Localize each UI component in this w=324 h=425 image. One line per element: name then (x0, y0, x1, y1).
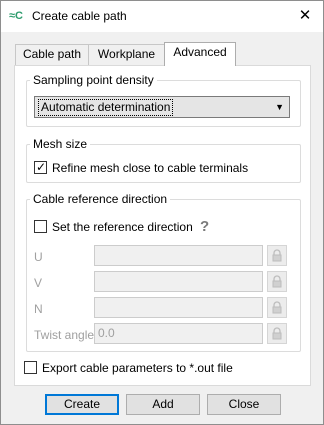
v-input[interactable] (94, 271, 263, 292)
tab-workplane[interactable]: Workplane (88, 44, 165, 65)
set-reference-checkbox[interactable] (34, 220, 47, 233)
window-title: Create cable path (32, 9, 127, 23)
cable-reference-legend: Cable reference direction (33, 192, 168, 206)
lock-icon (272, 275, 282, 288)
export-parameters-label: Export cable parameters to *.out file (42, 361, 233, 375)
app-logo-icon: ≈C (9, 10, 23, 22)
close-button[interactable]: Close (207, 394, 281, 415)
tab-label: Workplane (97, 47, 156, 61)
v-lock-button[interactable] (267, 271, 287, 292)
help-icon[interactable]: ? (200, 218, 209, 235)
mesh-size-group: Mesh size (26, 137, 301, 183)
title-bar: ≈C Create cable path ✕ (1, 1, 323, 32)
refine-mesh-label: Refine mesh close to cable terminals (52, 161, 249, 175)
add-button-label: Add (152, 397, 174, 411)
tab-advanced[interactable]: Advanced (164, 42, 236, 66)
sampling-density-value: Automatic determination (38, 99, 174, 116)
tab-label: Advanced (173, 45, 227, 59)
lock-icon (272, 301, 282, 314)
sampling-density-select[interactable]: Automatic determination ▼ (34, 96, 290, 118)
create-button-label: Create (63, 397, 101, 411)
u-lock-button[interactable] (267, 245, 287, 266)
refine-mesh-checkbox[interactable]: ✓ (34, 160, 47, 174)
close-window-button[interactable]: ✕ (293, 5, 317, 27)
set-reference-label: Set the reference direction (52, 220, 193, 234)
n-label: N (34, 302, 43, 316)
export-parameters-checkbox[interactable] (24, 361, 37, 374)
checkmark-icon: ✓ (36, 160, 47, 174)
lock-icon (272, 249, 282, 262)
tab-label: Cable path (22, 47, 82, 61)
tab-cable-path[interactable]: Cable path (15, 44, 89, 65)
n-lock-button[interactable] (267, 297, 287, 318)
mesh-size-legend: Mesh size (33, 137, 88, 151)
dialog-window: ≈C Create cable path ✕ Cable path Workpl… (0, 0, 324, 425)
u-label: U (34, 250, 43, 264)
twist-angle-label: Twist angle (34, 328, 95, 342)
add-button[interactable]: Add (126, 394, 200, 415)
twist-angle-input[interactable]: 0.0 (94, 323, 263, 344)
v-label: V (34, 276, 43, 290)
sampling-density-legend: Sampling point density (33, 73, 154, 87)
dropdown-arrow-icon: ▼ (275, 102, 284, 112)
create-button[interactable]: Create (45, 394, 119, 415)
lock-icon (272, 327, 282, 340)
close-button-label: Close (228, 397, 260, 411)
u-input[interactable] (94, 245, 263, 266)
twist-angle-lock-button[interactable] (267, 323, 287, 344)
n-input[interactable] (94, 297, 263, 318)
